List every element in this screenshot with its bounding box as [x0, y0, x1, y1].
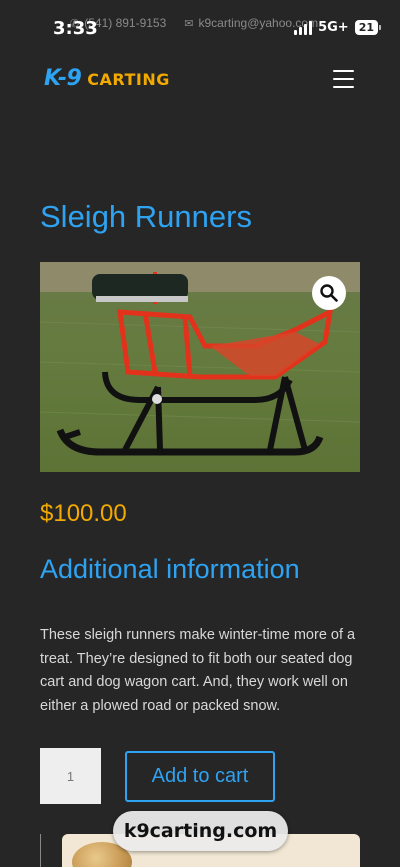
- status-bar: 3:33 5G+ 21: [0, 0, 400, 44]
- site-logo[interactable]: K-9 CARTING: [44, 66, 170, 91]
- battery-level: 21: [358, 21, 374, 34]
- status-indicators: 5G+ 21: [294, 20, 382, 35]
- hamburger-menu-icon[interactable]: [333, 70, 354, 88]
- logo-carting-text: CARTING: [87, 70, 170, 89]
- network-label: 5G+: [318, 20, 349, 35]
- logo-k9-text: K-9: [44, 66, 82, 91]
- divider-line: [40, 834, 41, 867]
- browser-url-bar[interactable]: k9carting.com: [113, 811, 288, 851]
- status-time: 3:33: [53, 18, 98, 39]
- additional-info-heading: Additional information: [40, 554, 300, 584]
- signal-icon: [294, 20, 313, 35]
- zoom-magnifier-icon[interactable]: [312, 276, 346, 310]
- quantity-input[interactable]: [40, 748, 101, 804]
- product-price: $100.00: [40, 500, 127, 527]
- site-header: K-9 CARTING: [0, 62, 400, 98]
- product-title: Sleigh Runners: [40, 199, 252, 234]
- product-description: These sleigh runners make winter-time mo…: [40, 627, 356, 714]
- battery-icon: 21: [354, 20, 382, 35]
- product-image[interactable]: [40, 262, 360, 472]
- add-to-cart-button[interactable]: Add to cart: [125, 751, 275, 802]
